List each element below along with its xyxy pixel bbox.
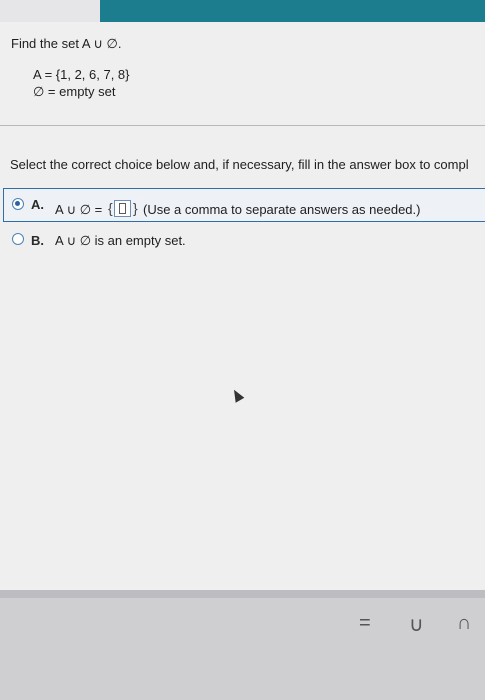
choice-a-label: A. <box>31 197 44 212</box>
divider <box>0 125 485 126</box>
equals-button[interactable]: = <box>359 612 371 635</box>
question-prompt: Find the set A ∪ ∅. <box>11 36 122 51</box>
intersection-button[interactable]: ∩ <box>457 612 471 635</box>
open-brace: { <box>108 200 113 216</box>
set-a-definition: A = {1, 2, 6, 7, 8} <box>33 67 130 82</box>
math-toolbar <box>0 590 485 700</box>
close-brace: } <box>133 200 138 216</box>
cursor-box-icon <box>119 203 126 214</box>
top-bar <box>0 0 485 22</box>
instruction-text: Select the correct choice below and, if … <box>10 157 469 172</box>
empty-set-definition: ∅ = empty set <box>33 84 116 99</box>
choice-b-radio[interactable] <box>12 233 24 245</box>
content-area <box>0 22 485 590</box>
choice-a-radio[interactable] <box>12 198 24 210</box>
choice-a-hint: (Use a comma to separate answers as need… <box>143 202 421 217</box>
choice-a-expression: A ∪ ∅ = <box>55 202 103 217</box>
choice-b-label: B. <box>31 233 44 248</box>
choice-b-text[interactable]: A ∪ ∅ is an empty set. <box>55 233 186 249</box>
answer-input[interactable] <box>114 200 131 217</box>
union-button[interactable]: ∪ <box>409 612 424 637</box>
